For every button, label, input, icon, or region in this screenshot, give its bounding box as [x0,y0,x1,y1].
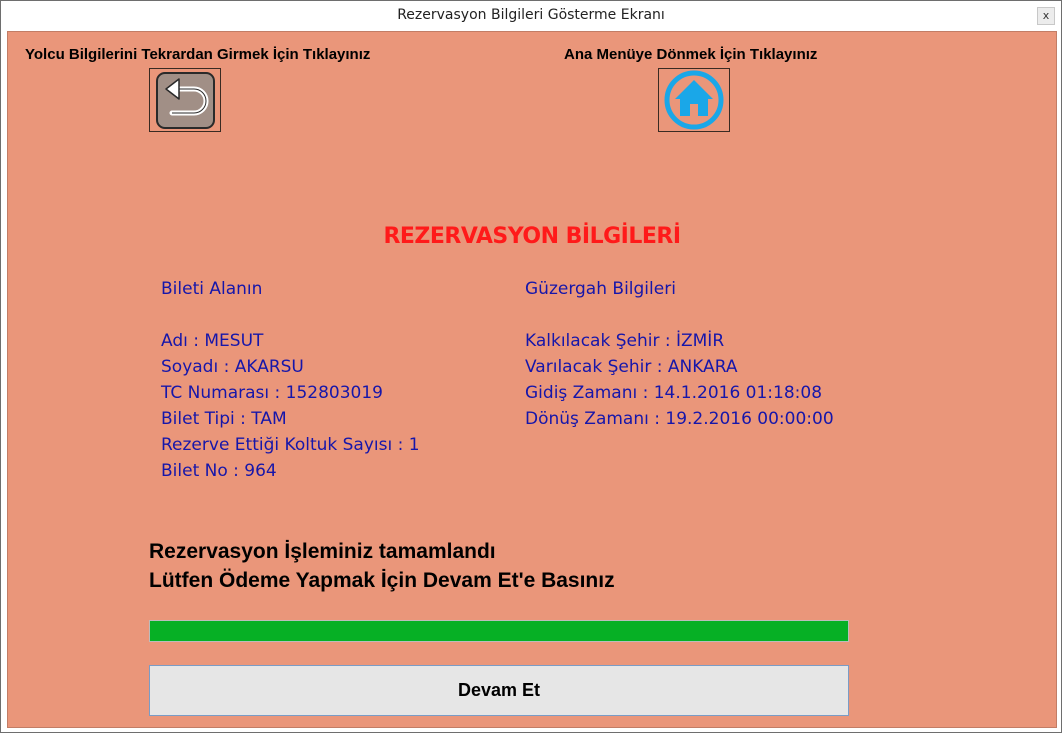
passenger-tc-number: TC Numarası : 152803019 [161,383,383,403]
departure-time: Gidiş Zamanı : 14.1.2016 01:18:08 [525,383,823,403]
ticket-type: Bilet Tipi : TAM [161,409,287,429]
progress-fill [150,621,848,641]
close-button[interactable]: x [1037,7,1055,25]
continue-button[interactable]: Devam Et [149,665,849,716]
home-icon [664,70,724,130]
window-title: Rezervasyon Bilgileri Gösterme Ekranı [397,7,665,23]
reservation-heading: REZERVASYON BİLGİLERİ [383,224,681,249]
app-window: Rezervasyon Bilgileri Gösterme Ekranı x … [0,0,1062,733]
progress-bar [149,620,849,642]
return-time: Dönüş Zamanı : 19.2.2016 00:00:00 [525,409,834,429]
payment-instruction: Lütfen Ödeme Yapmak İçin Devam Et'e Bası… [149,569,615,592]
arrival-city: Varılacak Şehir : ANKARA [525,357,738,377]
passenger-name: Adı : MESUT [161,331,264,351]
reserved-seat-count: Rezerve Ettiği Koltuk Sayısı : 1 [161,435,420,455]
title-bar: Rezervasyon Bilgileri Gösterme Ekranı x [1,1,1061,31]
route-section-title: Güzergah Bilgileri [525,279,676,299]
passenger-surname: Soyadı : AKARSU [161,357,304,377]
completion-message: Rezervasyon İşleminiz tamamlandı [149,540,496,563]
back-arrow-icon [156,72,215,129]
form-client-area: Yolcu Bilgilerini Tekrardan Girmek İçin … [7,31,1057,728]
passenger-section-title: Bileti Alanın [161,279,263,299]
back-button[interactable] [149,68,221,132]
departure-city: Kalkılacak Şehir : İZMİR [525,331,725,351]
back-instruction-label: Yolcu Bilgilerini Tekrardan Girmek İçin … [25,46,371,63]
home-instruction-label: Ana Menüye Dönmek İçin Tıklayınız [564,46,818,63]
home-button[interactable] [658,68,730,132]
ticket-number: Bilet No : 964 [161,461,277,481]
